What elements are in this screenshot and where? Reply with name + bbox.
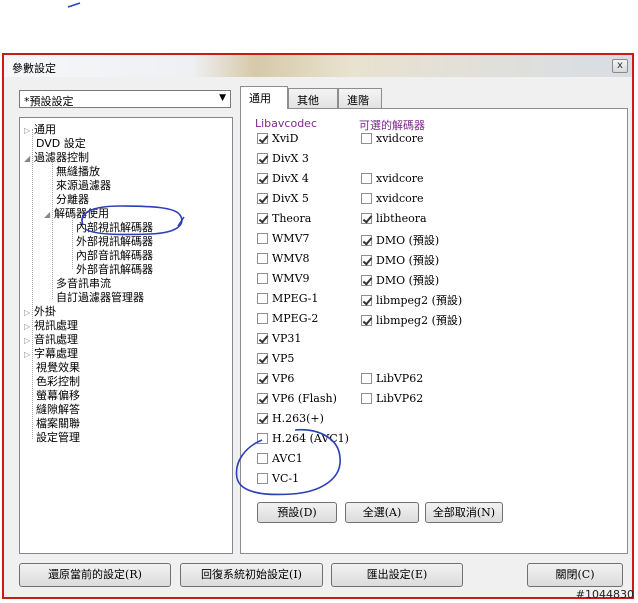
watermark-id: #1044830	[575, 588, 634, 601]
tab-general[interactable]: 通用	[240, 86, 288, 109]
annotation-circle-h264	[235, 428, 341, 496]
